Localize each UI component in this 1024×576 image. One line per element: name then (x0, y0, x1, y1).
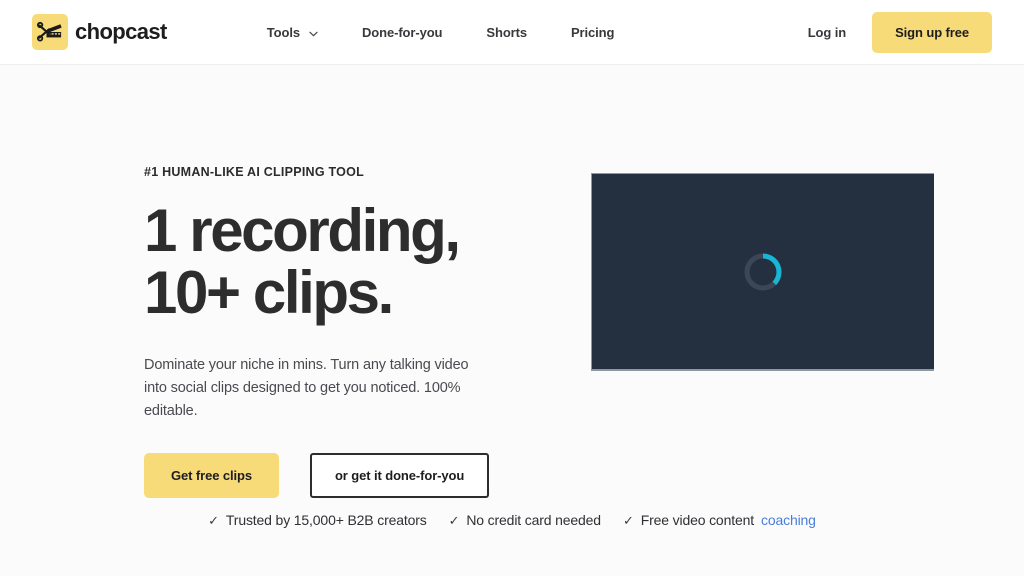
trust-bar: ✓ Trusted by 15,000+ B2B creators ✓ No c… (0, 512, 1024, 528)
hero-media (591, 165, 934, 498)
check-icon: ✓ (622, 512, 634, 528)
page-title: 1 recording, 10+ clips. (144, 197, 534, 327)
done-for-you-button[interactable]: or get it done-for-you (309, 453, 490, 499)
nav-item-label: Done-for-you (362, 24, 443, 40)
site-header: chopcast Tools Done-for-you Shorts Prici… (0, 0, 1024, 65)
nav-item-label: Shorts (486, 24, 527, 40)
nav-item-tools[interactable]: Tools (267, 25, 318, 40)
brand-logo[interactable]: chopcast (32, 14, 167, 50)
nav-item-done-for-you[interactable]: Done-for-you (362, 24, 443, 40)
headline-line-1: 1 recording, (144, 197, 461, 264)
nav-item-label: Tools (266, 24, 300, 40)
check-icon: ✓ (448, 512, 460, 528)
video-player[interactable] (591, 173, 934, 371)
headline-line-2: 10+ clips. (144, 259, 394, 327)
trust-item-label: No credit card needed (466, 512, 601, 528)
check-icon: ✓ (208, 512, 219, 528)
header-actions: Log in Sign up free (808, 11, 992, 53)
nav-item-shorts[interactable]: Shorts (486, 25, 527, 40)
trust-item-no-credit-card: ✓ No credit card needed (448, 512, 602, 528)
hero-section: #1 HUMAN-LIKE AI CLIPPING TOOL 1 recordi… (0, 65, 1024, 499)
trust-item-label: Trusted by 15,000+ B2B creators (225, 512, 427, 528)
trust-item-coaching: ✓ Free video content coaching (623, 512, 816, 528)
trust-item-label: Free video content (640, 512, 754, 528)
primary-navigation: Tools Done-for-you Shorts Pricing (267, 25, 615, 40)
hero-subheading: Dominate your niche in mins. Turn any ta… (144, 356, 469, 420)
scissors-film-icon (32, 14, 68, 50)
nav-item-pricing[interactable]: Pricing (571, 25, 614, 40)
login-link[interactable]: Log in (808, 25, 846, 40)
hero-eyebrow: #1 HUMAN-LIKE AI CLIPPING TOOL (144, 165, 365, 179)
trust-item-creators: ✓ Trusted by 15,000+ B2B creators (208, 512, 427, 528)
brand-name: chopcast (75, 19, 167, 44)
chevron-down-icon (309, 25, 318, 40)
hero-cta-row: Get free clips or get it done-for-you (144, 453, 534, 499)
signup-free-button[interactable]: Sign up free (872, 11, 992, 53)
nav-item-label: Pricing (570, 24, 615, 40)
coaching-link[interactable]: coaching (761, 512, 816, 528)
loading-spinner-icon (741, 250, 785, 294)
get-free-clips-button[interactable]: Get free clips (144, 453, 279, 499)
hero-copy: #1 HUMAN-LIKE AI CLIPPING TOOL 1 recordi… (144, 165, 534, 499)
